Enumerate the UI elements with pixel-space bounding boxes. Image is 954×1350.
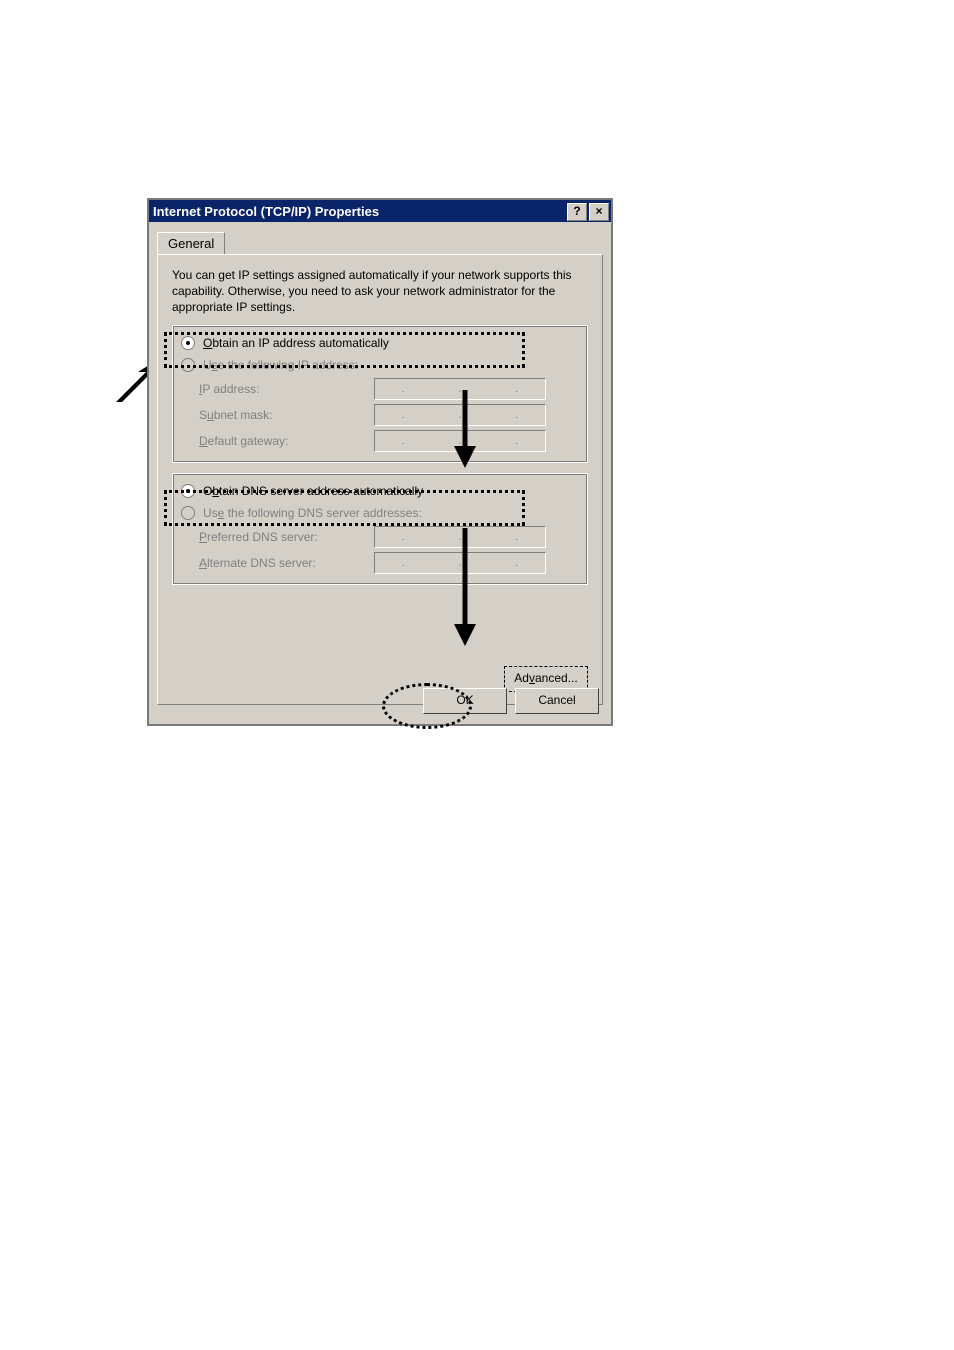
radio-icon	[181, 484, 195, 498]
radio-label: Use the following IP address:	[203, 358, 358, 372]
preferred-dns-field: ...	[374, 526, 546, 548]
preferred-dns-label: Preferred DNS server:	[199, 530, 374, 544]
radio-icon	[181, 336, 195, 350]
title-text: Internet Protocol (TCP/IP) Properties	[153, 204, 379, 219]
tab-general[interactable]: General	[157, 232, 225, 254]
radio-obtain-ip-auto[interactable]: Obtain an IP address automatically	[181, 332, 579, 354]
dns-settings-group: Obtain DNS server address automatically …	[172, 473, 588, 585]
help-button[interactable]: ?	[567, 203, 587, 221]
alternate-dns-field: ...	[374, 552, 546, 574]
general-panel: You can get IP settings assigned automat…	[157, 254, 603, 705]
default-gateway-field: ...	[374, 430, 546, 452]
radio-label: Obtain an IP address automatically	[203, 336, 389, 350]
ip-settings-group: Obtain an IP address automatically Use t…	[172, 325, 588, 463]
radio-use-following-dns[interactable]: Use the following DNS server addresses:	[181, 502, 579, 524]
radio-label: Use the following DNS server addresses:	[203, 506, 422, 520]
ip-address-field: ...	[374, 378, 546, 400]
radio-icon	[181, 506, 195, 520]
alternate-dns-label: Alternate DNS server:	[199, 556, 374, 570]
radio-obtain-dns-auto[interactable]: Obtain DNS server address automatically	[181, 480, 579, 502]
cancel-button[interactable]: Cancel	[515, 688, 599, 714]
close-button[interactable]: ×	[589, 203, 609, 221]
ok-button[interactable]: OK	[423, 688, 507, 714]
radio-icon	[181, 358, 195, 372]
description-text: You can get IP settings assigned automat…	[172, 267, 588, 315]
radio-use-following-ip[interactable]: Use the following IP address:	[181, 354, 579, 376]
title-bar[interactable]: Internet Protocol (TCP/IP) Properties ? …	[149, 200, 611, 222]
subnet-mask-field: ...	[374, 404, 546, 426]
ip-address-label: IP address:	[199, 382, 374, 396]
default-gateway-label: Default gateway:	[199, 434, 374, 448]
radio-label: Obtain DNS server address automatically	[203, 484, 423, 498]
subnet-mask-label: Subnet mask:	[199, 408, 374, 422]
tcpip-properties-dialog: Internet Protocol (TCP/IP) Properties ? …	[147, 198, 613, 726]
